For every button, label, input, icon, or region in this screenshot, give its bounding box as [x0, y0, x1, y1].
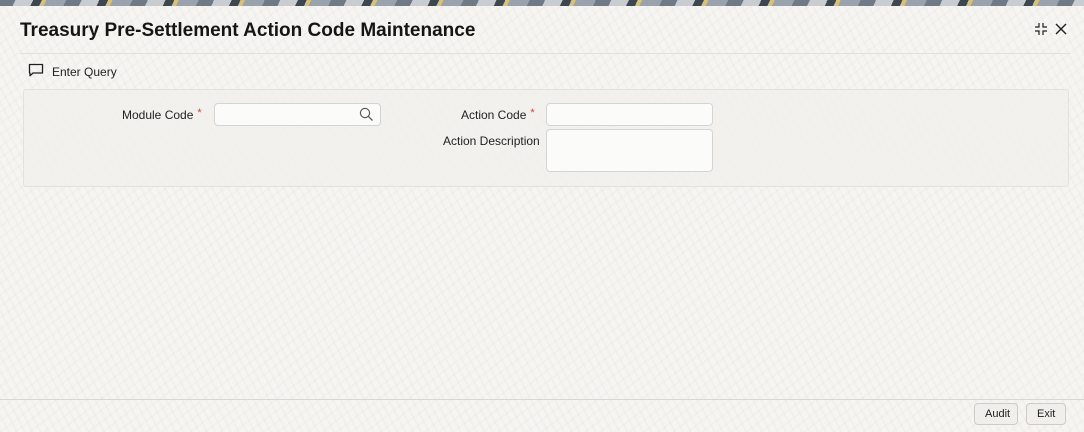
decorative-header-strip: [0, 0, 1084, 6]
form-panel: Module Code * Action Code * Action Descrip…: [23, 89, 1069, 187]
title-divider: [20, 53, 1070, 54]
audit-button[interactable]: Audit: [974, 403, 1018, 425]
search-icon[interactable]: [359, 107, 374, 127]
required-marker: *: [197, 107, 202, 119]
action-description-field[interactable]: [546, 129, 713, 172]
page-title: Treasury Pre-Settlement Action Code Main…: [20, 20, 476, 41]
enter-query-label: Enter Query: [52, 64, 117, 79]
window-controls: [1034, 22, 1068, 36]
module-code-label: Module Code *: [122, 107, 202, 122]
action-code-input[interactable]: [547, 104, 712, 125]
collapse-icon[interactable]: [1034, 22, 1048, 36]
exit-button[interactable]: Exit: [1026, 403, 1066, 425]
comment-icon: [28, 63, 44, 80]
action-description-input[interactable]: [547, 130, 712, 171]
page: Treasury Pre-Settlement Action Code Main…: [0, 0, 1084, 432]
enter-query-button[interactable]: Enter Query: [28, 63, 117, 80]
required-marker: *: [530, 107, 535, 119]
action-description-label: Action Description: [443, 134, 540, 148]
module-code-input[interactable]: [215, 104, 380, 125]
action-code-field[interactable]: [546, 103, 713, 126]
close-icon[interactable]: [1054, 22, 1068, 36]
footer-divider: [0, 399, 1084, 400]
module-code-field[interactable]: [214, 103, 381, 126]
action-code-label: Action Code *: [461, 107, 535, 122]
